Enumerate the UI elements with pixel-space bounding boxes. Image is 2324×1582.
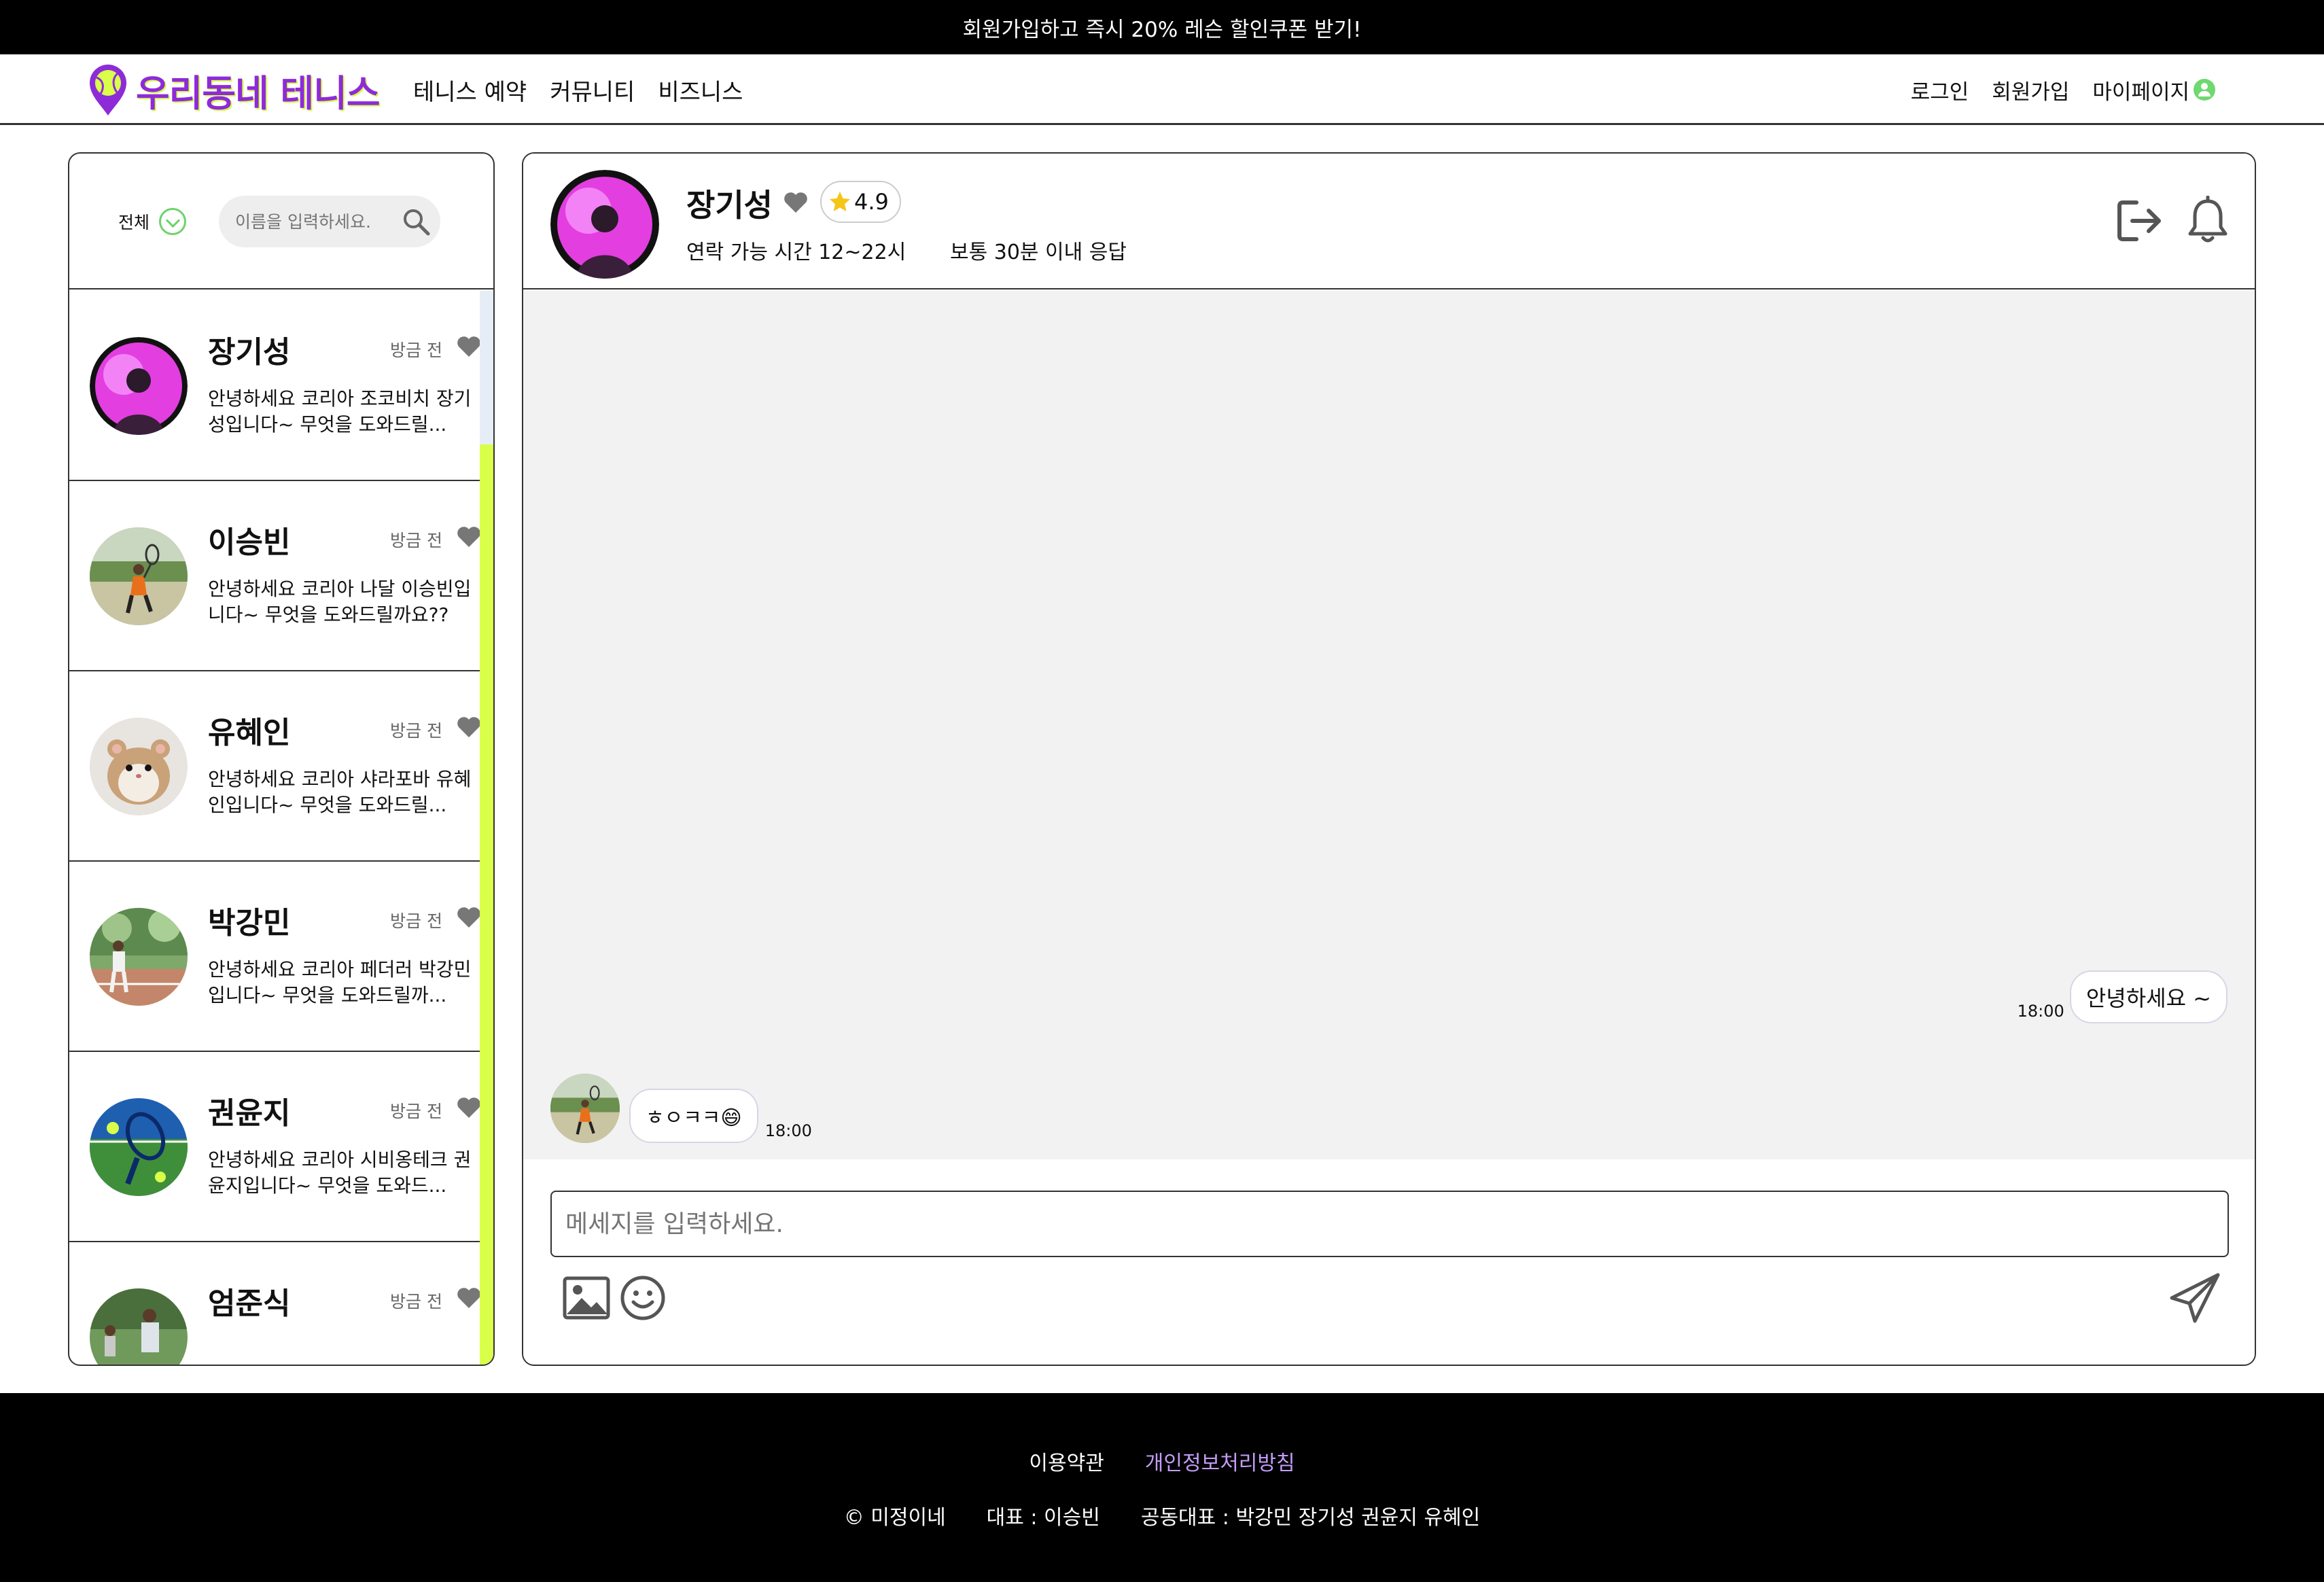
footer-info: © 미정이네 대표 : 이승빈 공동대표 : 박강민 장기성 권윤지 유혜인 <box>0 1500 2324 1530</box>
logo[interactable]: 우리동네 테니스 <box>87 63 381 117</box>
copyright-text: © 미정이네 <box>843 1506 946 1530</box>
scrollbar-thumb[interactable] <box>480 444 493 1365</box>
incoming-message: ㅎㅇㅋㅋ😄 18:00 <box>550 1074 812 1143</box>
chat-time: 방금 전 <box>390 911 442 931</box>
chat-name: 장기성 <box>208 335 291 370</box>
chat-time: 방금 전 <box>390 721 442 741</box>
ceo-text: 대표 : 이승빈 <box>986 1506 1100 1530</box>
filter-dropdown[interactable]: 전체 <box>118 208 187 235</box>
chat-time: 방금 전 <box>390 340 442 360</box>
site-footer: 이용약관 개인정보처리방침 © 미정이네 대표 : 이승빈 공동대표 : 박강민… <box>0 1393 2324 1582</box>
logo-text: 우리동네 테니스 <box>136 71 381 115</box>
chat-preview: 안녕하세요 코리아 시비옹테크 권윤지입니다~ 무엇을 도와드... <box>208 1148 472 1197</box>
chat-name: 이승빈 <box>208 525 291 560</box>
chat-list-item[interactable]: 장기성 방금 전 안녕하세요 코리아 조코비치 장기성입니다~ 무엇을 도와드릴… <box>69 291 480 481</box>
star-icon <box>830 192 850 211</box>
avatar[interactable] <box>550 170 659 279</box>
bell-icon[interactable] <box>2187 196 2229 245</box>
promo-banner[interactable]: 회원가입하고 즉시 20% 레슨 할인쿠폰 받기! <box>0 0 2324 54</box>
terms-link[interactable]: 이용약관 <box>1029 1446 1104 1476</box>
avatar <box>90 1098 188 1196</box>
conversation-panel: 장기성 4.9 연락 가능 시간 12~22시 보통 30분 이내 응답 18:… <box>522 152 2256 1366</box>
chat-time: 방금 전 <box>390 1102 442 1121</box>
mypage-link[interactable]: 마이페이지 <box>2092 75 2215 105</box>
message-bubble: ㅎㅇㅋㅋ😄 <box>629 1089 758 1143</box>
nav-tennis-booking[interactable]: 테니스 예약 <box>413 73 527 107</box>
chat-list-item[interactable]: 엄준식 방금 전 <box>69 1242 480 1365</box>
avatar[interactable] <box>550 1074 620 1143</box>
login-link[interactable]: 로그인 <box>1911 75 1969 105</box>
chat-list-item[interactable]: 권윤지 방금 전 안녕하세요 코리아 시비옹테크 권윤지입니다~ 무엇을 도와드… <box>69 1052 480 1242</box>
message-area[interactable]: 18:00 안녕하세요 ~ ㅎㅇㅋㅋ😄 18:00 <box>523 291 2255 1159</box>
avatar <box>90 337 188 435</box>
avatar <box>90 527 188 625</box>
message-composer <box>523 1159 2255 1365</box>
nav-business[interactable]: 비즈니스 <box>658 73 743 107</box>
search-icon[interactable] <box>401 207 431 236</box>
search-box <box>219 196 440 247</box>
message-time: 18:00 <box>764 1121 812 1140</box>
chat-list-item[interactable]: 이승빈 방금 전 안녕하세요 코리아 나달 이승빈입니다~ 무엇을 도와드릴까요… <box>69 481 480 671</box>
send-icon[interactable] <box>2168 1272 2222 1324</box>
exit-icon[interactable] <box>2116 198 2164 243</box>
image-icon[interactable] <box>563 1276 610 1320</box>
chevron-down-icon <box>159 208 187 235</box>
contact-name: 장기성 <box>686 187 773 224</box>
nav-community[interactable]: 커뮤니티 <box>550 73 635 107</box>
chat-name: 권윤지 <box>208 1096 291 1131</box>
co-ceo-text: 공동대표 : 박강민 장기성 권윤지 유혜인 <box>1140 1506 1481 1530</box>
chat-time: 방금 전 <box>390 531 442 550</box>
chat-name: 엄준식 <box>208 1286 291 1321</box>
chat-name: 박강민 <box>208 906 291 941</box>
chat-name: 유혜인 <box>208 716 291 750</box>
rating-value: 4.9 <box>854 189 889 215</box>
chat-time: 방금 전 <box>390 1292 442 1312</box>
availability-text: 연락 가능 시간 12~22시 <box>686 241 906 264</box>
chat-preview: 안녕하세요 코리아 나달 이승빈입니다~ 무엇을 도와드릴까요?? <box>208 578 472 626</box>
chat-list-panel: 전체 장기성 방금 전 <box>68 152 495 1366</box>
chat-list-item[interactable]: 박강민 방금 전 안녕하세요 코리아 페더러 박강민입니다~ 무엇을 도와드릴까… <box>69 862 480 1052</box>
auth-links: 로그인 회원가입 마이페이지 <box>1911 54 2215 125</box>
chat-list: 장기성 방금 전 안녕하세요 코리아 조코비치 장기성입니다~ 무엇을 도와드릴… <box>69 291 480 1365</box>
signup-link[interactable]: 회원가입 <box>1992 75 2069 105</box>
user-icon <box>2194 79 2215 101</box>
rating-badge: 4.9 <box>820 181 901 223</box>
avatar <box>90 1288 188 1365</box>
heart-icon[interactable] <box>457 336 480 357</box>
chat-list-toolbar: 전체 <box>69 154 493 289</box>
heart-icon[interactable] <box>457 1287 480 1309</box>
promo-banner-text: 회원가입하고 즉시 20% 레슨 할인쿠폰 받기! <box>962 17 1362 42</box>
outgoing-message: 18:00 안녕하세요 ~ <box>2018 970 2228 1023</box>
heart-icon[interactable] <box>457 526 480 548</box>
chat-list-item[interactable]: 유혜인 방금 전 안녕하세요 코리아 샤라포바 유혜인입니다~ 무엇을 도와드릴… <box>69 671 480 862</box>
conversation-header: 장기성 4.9 연락 가능 시간 12~22시 보통 30분 이내 응답 <box>523 154 2255 289</box>
search-input[interactable] <box>235 211 378 232</box>
response-time-text: 보통 30분 이내 응답 <box>950 241 1127 264</box>
heart-icon[interactable] <box>784 192 808 213</box>
chat-list-scrollbar[interactable] <box>480 291 493 1365</box>
heart-icon[interactable] <box>457 907 480 928</box>
mypage-label: 마이페이지 <box>2092 80 2189 105</box>
main-nav: 테니스 예약 커뮤니티 비즈니스 <box>413 54 743 125</box>
chat-preview: 안녕하세요 코리아 샤라포바 유혜인입니다~ 무엇을 도와드릴... <box>208 768 472 816</box>
privacy-link[interactable]: 개인정보처리방침 <box>1145 1446 1295 1476</box>
message-input[interactable] <box>550 1191 2229 1257</box>
avatar <box>90 718 188 815</box>
chat-preview: 안녕하세요 코리아 조코비치 장기성입니다~ 무엇을 도와드릴... <box>208 387 472 436</box>
avatar <box>90 908 188 1006</box>
heart-icon[interactable] <box>457 716 480 738</box>
message-bubble: 안녕하세요 ~ <box>2069 970 2228 1023</box>
emoji-icon[interactable] <box>620 1275 666 1321</box>
message-time: 18:00 <box>2017 1002 2064 1021</box>
chat-preview: 안녕하세요 코리아 페더러 박강민입니다~ 무엇을 도와드릴까... <box>208 958 472 1006</box>
heart-icon[interactable] <box>457 1097 480 1119</box>
footer-links: 이용약관 개인정보처리방침 <box>0 1446 2324 1476</box>
site-header: 우리동네 테니스 테니스 예약 커뮤니티 비즈니스 로그인 회원가입 마이페이지 <box>0 54 2324 125</box>
filter-label: 전체 <box>118 213 150 232</box>
tennis-ball-pin-icon <box>90 65 126 116</box>
